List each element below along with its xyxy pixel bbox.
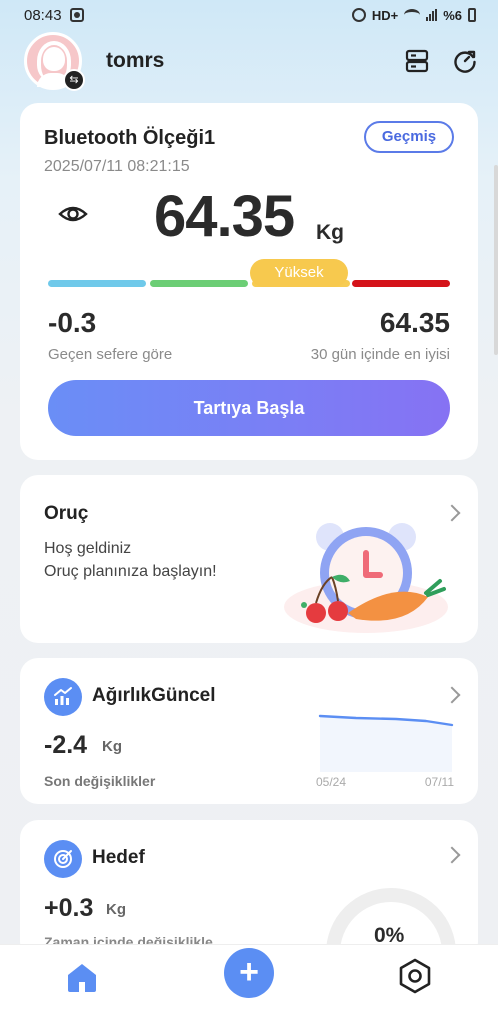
wifi-icon xyxy=(404,9,421,21)
profile-header: ⇆ tomrs xyxy=(24,30,478,92)
weight-trend-card[interactable]: AğırlıkGüncel -2.4 Kg Son değişiklikler … xyxy=(20,658,478,804)
start-weighing-button[interactable]: Tartıya Başla xyxy=(48,380,450,436)
fasting-card[interactable]: Oruç Hoş geldiniz Oruç planınıza başlayı… xyxy=(20,475,478,643)
add-button[interactable]: + xyxy=(224,948,274,998)
alarm-clock-food-illustration xyxy=(278,515,458,635)
history-button[interactable]: Geçmiş xyxy=(364,121,454,153)
bmi-bar-very-high xyxy=(352,280,450,287)
best-value: 64.35 xyxy=(379,307,450,338)
avatar[interactable]: ⇆ xyxy=(24,32,85,91)
bottom-nav: + xyxy=(0,944,498,1024)
bmi-bar-low xyxy=(48,280,146,287)
chevron-right-icon[interactable] xyxy=(443,686,461,704)
trend-label: Son değişiklikler xyxy=(44,773,156,789)
measurement-card: Bluetooth Ölçeği1 2025/07/11 08:21:15 Ge… xyxy=(20,103,478,460)
status-time: 08:43 xyxy=(24,6,62,24)
battery-icon xyxy=(468,8,476,22)
diff-label: Geçen sefere göre xyxy=(48,346,173,363)
bmi-bar-normal xyxy=(150,280,248,287)
fasting-prompt: Oruç planınıza başlayın! xyxy=(44,563,217,580)
fasting-title: Oruç xyxy=(44,503,89,524)
chevron-right-icon[interactable] xyxy=(443,846,461,864)
eye-icon[interactable] xyxy=(58,202,88,226)
alarm-icon xyxy=(351,8,366,22)
switch-user-icon[interactable]: ⇆ xyxy=(63,69,85,91)
status-bar: 08:43 HD+ %6 xyxy=(0,0,498,30)
goal-title: Hedef xyxy=(92,847,145,868)
avatar-face xyxy=(43,47,65,71)
best-label: 30 gün içinde en iyisi xyxy=(310,346,450,363)
trend-sparkline xyxy=(318,714,454,772)
goal-value: +0.3 xyxy=(44,894,94,922)
goal-card[interactable]: Hedef +0.3 Kg Zaman içinde değişiklikle … xyxy=(20,820,478,1018)
target-icon xyxy=(44,840,82,878)
battery-percent: %6 xyxy=(443,7,462,23)
home-icon[interactable] xyxy=(64,959,100,995)
trend-unit: Kg xyxy=(102,738,122,755)
signal-icon xyxy=(426,9,438,21)
network-type: HD+ xyxy=(371,7,399,23)
trend-title: AğırlıkGüncel xyxy=(92,685,216,706)
goal-unit: Kg xyxy=(106,901,126,918)
scroll-indicator xyxy=(494,165,498,355)
sparkline-end-date: 07/11 xyxy=(424,775,454,789)
level-badge: Yüksek xyxy=(250,259,348,287)
device-list-icon[interactable] xyxy=(404,48,430,74)
trend-value: -2.4 xyxy=(44,731,88,759)
settings-icon[interactable] xyxy=(396,957,434,995)
measurement-datetime: 2025/07/11 08:21:15 xyxy=(44,158,190,175)
username: tomrs xyxy=(106,49,165,72)
sparkline-start-date: 05/24 xyxy=(316,775,347,789)
diff-value: -0.3 xyxy=(48,307,97,338)
trend-chart-icon xyxy=(44,678,82,716)
weight-unit: Kg xyxy=(316,221,344,244)
weight-value: 64.35 xyxy=(154,184,295,249)
refresh-icon[interactable] xyxy=(452,48,478,74)
fasting-welcome: Hoş geldiniz xyxy=(44,540,132,557)
screen-record-icon xyxy=(69,8,84,22)
scale-name: Bluetooth Ölçeği1 xyxy=(44,127,216,149)
